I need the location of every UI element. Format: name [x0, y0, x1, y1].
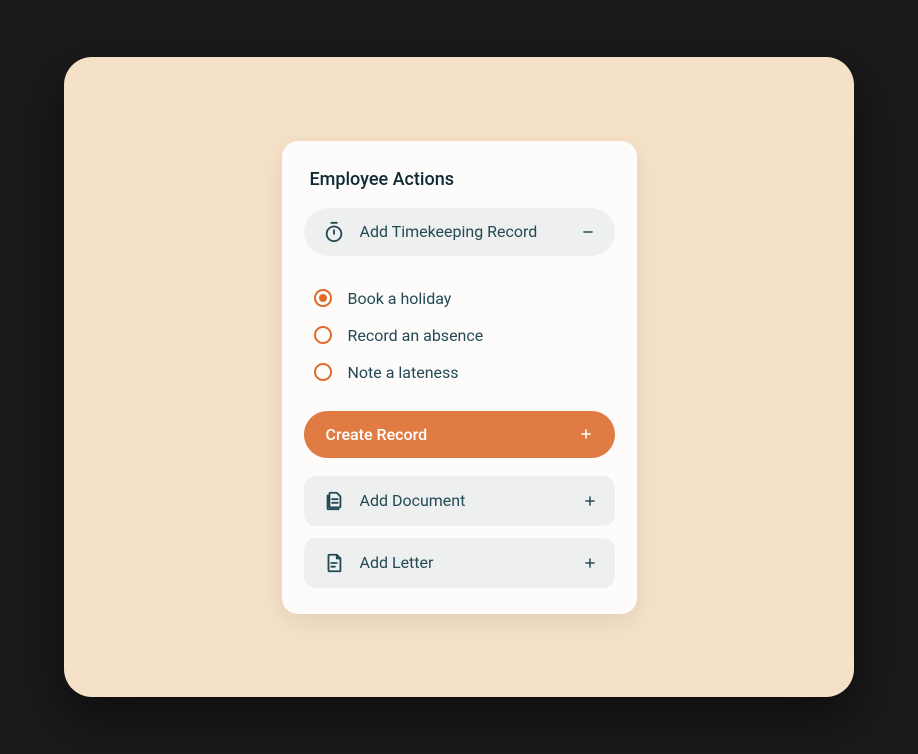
employee-actions-card: Employee Actions Add Timekeeping Record: [282, 141, 637, 614]
background-panel: Employee Actions Add Timekeeping Record: [64, 57, 854, 697]
option-book-holiday[interactable]: Book a holiday: [314, 280, 609, 317]
add-document-button[interactable]: Add Document: [304, 476, 615, 526]
option-label: Record an absence: [348, 326, 484, 345]
option-record-absence[interactable]: Record an absence: [314, 317, 609, 354]
plus-icon: [583, 556, 597, 570]
radio-icon: [314, 326, 332, 344]
stopwatch-icon: [322, 220, 346, 244]
radio-icon: [314, 289, 332, 307]
letter-icon: [322, 551, 346, 575]
add-letter-label: Add Letter: [360, 553, 583, 572]
timekeeping-label: Add Timekeeping Record: [360, 222, 579, 241]
minus-icon: [579, 223, 597, 241]
option-label: Note a lateness: [348, 363, 459, 382]
cta-label: Create Record: [326, 425, 579, 444]
add-letter-button[interactable]: Add Letter: [304, 538, 615, 588]
option-label: Book a holiday: [348, 289, 452, 308]
add-timekeeping-record-toggle[interactable]: Add Timekeeping Record: [304, 208, 615, 256]
documents-icon: [322, 489, 346, 513]
plus-icon: [583, 494, 597, 508]
timekeeping-options: Book a holiday Record an absence Note a …: [304, 270, 615, 407]
radio-icon: [314, 363, 332, 381]
plus-icon: [579, 427, 593, 441]
add-document-label: Add Document: [360, 491, 583, 510]
option-note-lateness[interactable]: Note a lateness: [314, 354, 609, 391]
create-record-button[interactable]: Create Record: [304, 411, 615, 458]
card-title: Employee Actions: [310, 169, 615, 190]
